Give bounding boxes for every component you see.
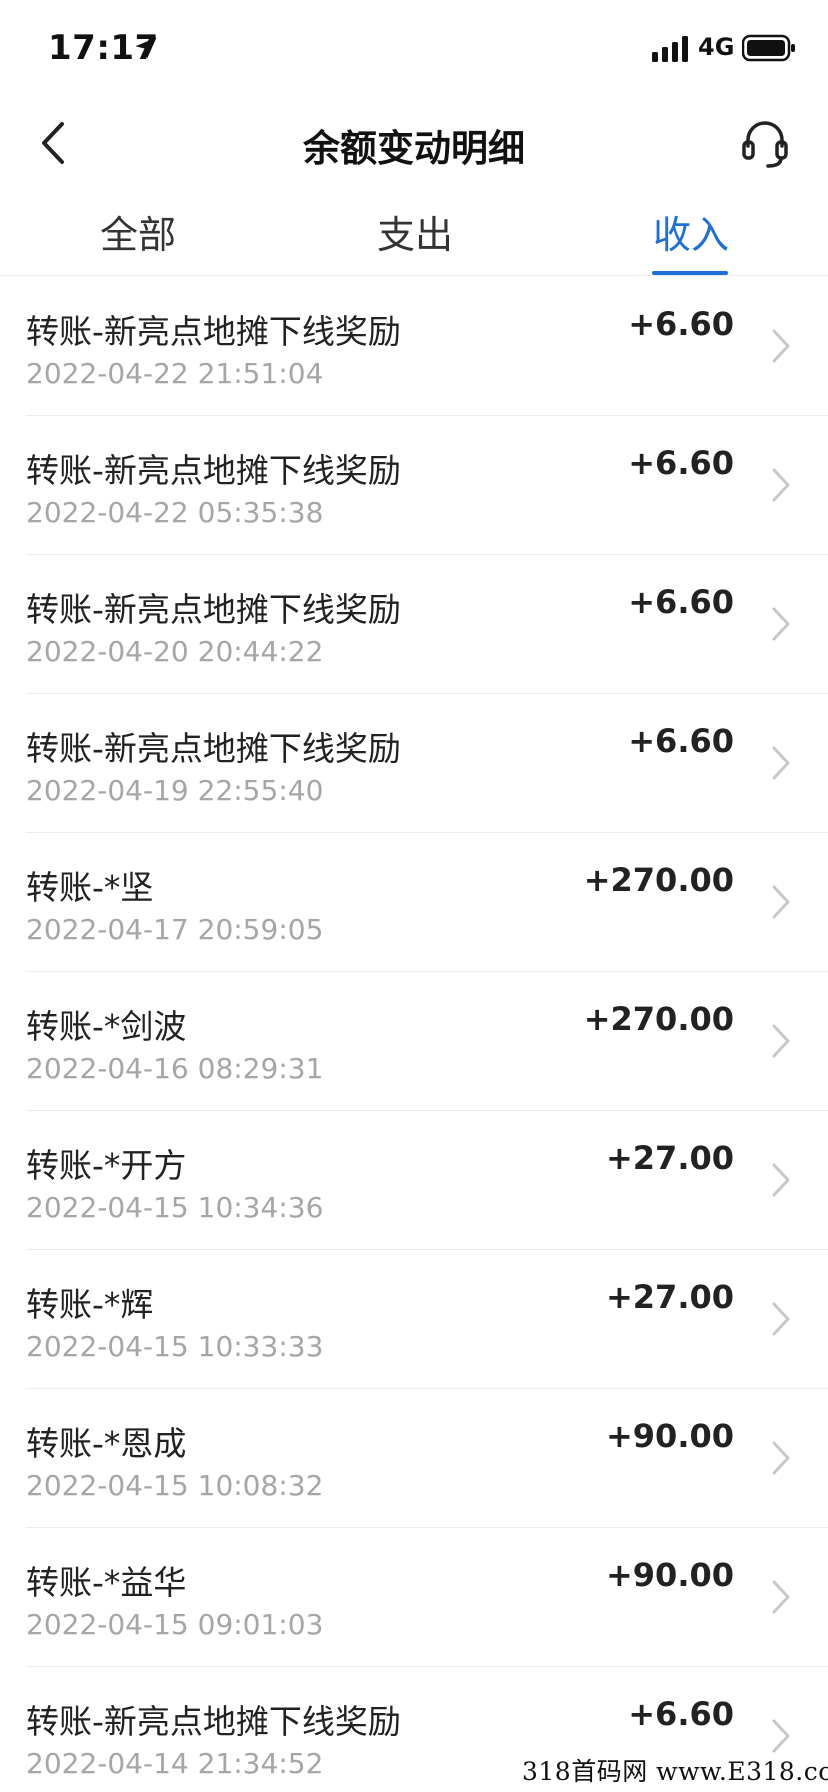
transaction-time: 2022-04-22 05:35:38 bbox=[26, 496, 324, 529]
transaction-amount: +90.00 bbox=[605, 1556, 734, 1594]
chevron-right-icon bbox=[772, 607, 790, 641]
transaction-amount: +6.60 bbox=[628, 583, 734, 621]
transaction-amount: +27.00 bbox=[605, 1278, 734, 1316]
transaction-title: 转账-新亮点地摊下线奖励 bbox=[26, 451, 401, 490]
transaction-row[interactable]: 转账-新亮点地摊下线奖励 2022-04-22 21:51:04 +6.60 bbox=[0, 277, 828, 416]
transaction-row[interactable]: 转账-新亮点地摊下线奖励 2022-04-20 20:44:22 +6.60 bbox=[0, 555, 828, 694]
location-arrow-icon bbox=[135, 37, 157, 59]
page-title: 余额变动明细 bbox=[303, 127, 525, 170]
transaction-row[interactable]: 转账-新亮点地摊下线奖励 2022-04-22 05:35:38 +6.60 bbox=[0, 416, 828, 555]
transaction-time: 2022-04-15 09:01:03 bbox=[26, 1608, 324, 1641]
transaction-time: 2022-04-14 21:34:52 bbox=[26, 1747, 324, 1780]
nav-header: 余额变动明细 bbox=[0, 100, 828, 188]
network-type-label: 4G bbox=[698, 33, 735, 61]
tab-all[interactable]: 全部 bbox=[100, 204, 176, 259]
transaction-row[interactable]: 转账-*坚 2022-04-17 20:59:05 +270.00 bbox=[0, 833, 828, 972]
transaction-amount: +270.00 bbox=[583, 1000, 734, 1038]
transaction-list: 转账-新亮点地摊下线奖励 2022-04-22 21:51:04 +6.60 转… bbox=[0, 277, 828, 1792]
active-tab-indicator bbox=[652, 271, 728, 275]
transaction-amount: +6.60 bbox=[628, 722, 734, 760]
transaction-amount: +6.60 bbox=[628, 1695, 734, 1733]
transaction-row[interactable]: 转账-*恩成 2022-04-15 10:08:32 +90.00 bbox=[0, 1389, 828, 1528]
chevron-right-icon bbox=[772, 1580, 790, 1614]
chevron-right-icon bbox=[772, 1302, 790, 1336]
chevron-right-icon bbox=[772, 1441, 790, 1475]
chevron-right-icon bbox=[772, 1024, 790, 1058]
signal-icon bbox=[652, 36, 688, 62]
chevron-right-icon bbox=[772, 468, 790, 502]
transaction-title: 转账-*坚 bbox=[26, 868, 154, 907]
transaction-row[interactable]: 转账-*益华 2022-04-15 09:01:03 +90.00 bbox=[0, 1528, 828, 1667]
transaction-row[interactable]: 转账-新亮点地摊下线奖励 2022-04-19 22:55:40 +6.60 bbox=[0, 694, 828, 833]
battery-icon bbox=[742, 34, 795, 62]
transaction-row[interactable]: 转账-*剑波 2022-04-16 08:29:31 +270.00 bbox=[0, 972, 828, 1111]
transaction-title: 转账-*开方 bbox=[26, 1146, 187, 1185]
tab-expense[interactable]: 支出 bbox=[377, 204, 453, 259]
transaction-time: 2022-04-20 20:44:22 bbox=[26, 635, 324, 668]
transaction-amount: +27.00 bbox=[605, 1139, 734, 1177]
transaction-row[interactable]: 转账-*辉 2022-04-15 10:33:33 +27.00 bbox=[0, 1250, 828, 1389]
transaction-time: 2022-04-17 20:59:05 bbox=[26, 913, 324, 946]
balance-detail-page: 17:17 4G 余额变动明细 全部 支出 收入 转账-新亮点地摊下线奖励 20… bbox=[0, 0, 828, 1792]
transaction-title: 转账-*辉 bbox=[26, 1285, 154, 1324]
chevron-right-icon bbox=[772, 885, 790, 919]
transaction-amount: +6.60 bbox=[628, 444, 734, 482]
transaction-title: 转账-新亮点地摊下线奖励 bbox=[26, 590, 401, 629]
chevron-right-icon bbox=[772, 746, 790, 780]
status-bar: 17:17 4G bbox=[0, 0, 828, 100]
transaction-time: 2022-04-15 10:08:32 bbox=[26, 1469, 324, 1502]
chevron-right-icon bbox=[772, 1719, 790, 1753]
transaction-amount: +270.00 bbox=[583, 861, 734, 899]
transaction-amount: +90.00 bbox=[605, 1417, 734, 1455]
chevron-right-icon bbox=[772, 1163, 790, 1197]
customer-service-headset-icon[interactable] bbox=[740, 116, 790, 170]
transaction-amount: +6.60 bbox=[628, 305, 734, 343]
transaction-row[interactable]: 转账-*开方 2022-04-15 10:34:36 +27.00 bbox=[0, 1111, 828, 1250]
transaction-time: 2022-04-15 10:34:36 bbox=[26, 1191, 324, 1224]
transaction-time: 2022-04-19 22:55:40 bbox=[26, 774, 324, 807]
transaction-title: 转账-*益华 bbox=[26, 1563, 187, 1602]
transaction-title: 转账-新亮点地摊下线奖励 bbox=[26, 729, 401, 768]
transaction-title: 转账-*恩成 bbox=[26, 1424, 187, 1463]
transaction-time: 2022-04-15 10:33:33 bbox=[26, 1330, 324, 1363]
transaction-time: 2022-04-22 21:51:04 bbox=[26, 357, 324, 390]
transaction-title: 转账-*剑波 bbox=[26, 1007, 187, 1046]
transaction-title: 转账-新亮点地摊下线奖励 bbox=[26, 312, 401, 351]
filter-tabs: 全部 支出 收入 bbox=[0, 192, 828, 276]
chevron-right-icon bbox=[772, 329, 790, 363]
tab-income[interactable]: 收入 bbox=[653, 204, 729, 259]
transaction-time: 2022-04-16 08:29:31 bbox=[26, 1052, 324, 1085]
transaction-title: 转账-新亮点地摊下线奖励 bbox=[26, 1702, 401, 1741]
site-watermark: 318首码网 www.E318.com bbox=[522, 1757, 828, 1786]
